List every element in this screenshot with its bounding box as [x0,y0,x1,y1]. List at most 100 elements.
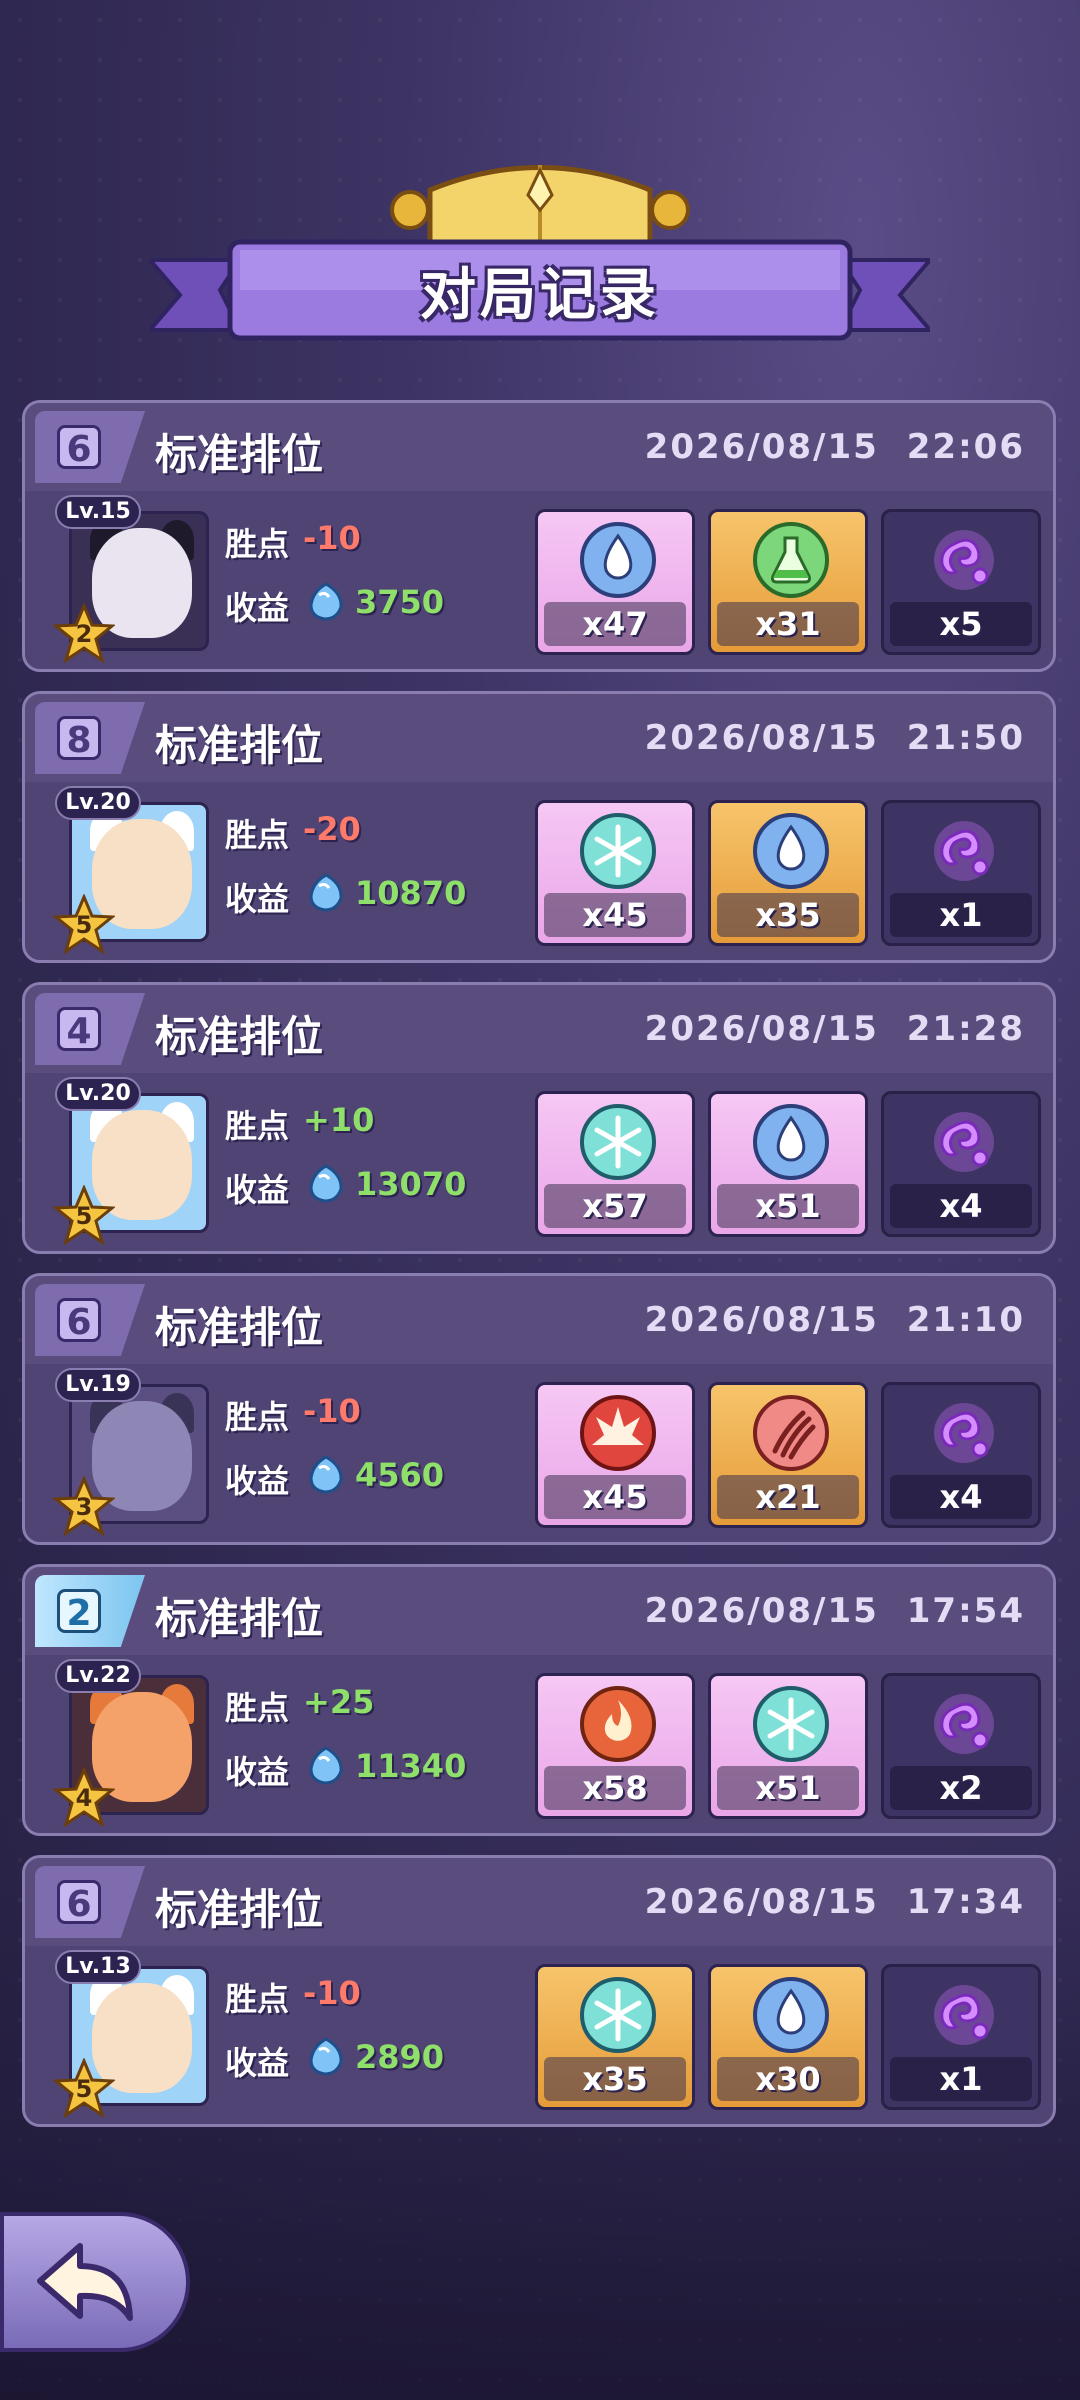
match-date: 2026/08/15 [644,718,879,758]
reward-item[interactable]: x2 [881,1673,1041,1819]
item-count: x30 [717,2057,859,2101]
water-drop-icon [578,520,658,600]
record-header: 6 标准排位 2026/08/15 21:10 [25,1276,1053,1364]
reward-item[interactable]: x21 [708,1382,868,1528]
item-count: x5 [890,602,1032,646]
snowflake-icon [578,1975,658,2055]
crystal-icon [309,582,343,621]
income-value: 2890 [355,2038,445,2076]
item-count: x45 [544,893,686,937]
item-count: x21 [717,1475,859,1519]
reward-item[interactable]: x35 [535,1964,695,2110]
reward-item[interactable]: x51 [708,1673,868,1819]
star-count: 3 [75,1493,93,1521]
reward-item[interactable]: x35 [708,800,868,946]
reward-item[interactable]: x31 [708,509,868,655]
match-record-card[interactable]: 6 标准排位 2026/08/15 21:10 Lv.19 3 胜点 -10 收益 [22,1273,1056,1545]
income-label: 收益 [225,1171,290,1209]
reward-item[interactable]: x1 [881,1964,1041,2110]
reward-item[interactable]: x1 [881,800,1041,946]
match-record-card[interactable]: 4 标准排位 2026/08/15 21:28 Lv.20 5 胜点 +10 收益 [22,982,1056,1254]
purple-spirit-icon [924,1684,1004,1764]
income-label: 收益 [225,1462,290,1500]
game-mode-label: 标准排位 [155,721,324,770]
rank-badge: 8 [35,702,145,774]
star-count: 5 [75,911,93,939]
match-time: 21:10 [906,1300,1025,1340]
potion-flask-icon [751,520,831,600]
purple-spirit-icon [924,520,1004,600]
match-date: 2026/08/15 [644,427,879,467]
back-button[interactable] [0,2212,190,2352]
rank-badge: 4 [35,993,145,1065]
match-record-card[interactable]: 6 标准排位 2026/08/15 17:34 Lv.13 5 胜点 -10 收益 [22,1855,1056,2127]
water-drop-icon [751,811,831,891]
item-count: x47 [544,602,686,646]
record-header: 4 标准排位 2026/08/15 21:28 [25,985,1053,1073]
reward-item[interactable]: x51 [708,1091,868,1237]
item-count: x31 [717,602,859,646]
reward-item[interactable]: x47 [535,509,695,655]
match-datetime: 2026/08/15 17:54 [645,1591,1025,1631]
match-record-card[interactable]: 2 标准排位 2026/08/15 17:54 Lv.22 4 胜点 +25 收益 [22,1564,1056,1836]
snowflake-icon [751,1684,831,1764]
item-count: x51 [717,1766,859,1810]
reward-item[interactable]: x4 [881,1382,1041,1528]
item-count: x35 [544,2057,686,2101]
match-date: 2026/08/15 [644,1300,879,1340]
level-tag: Lv.20 [55,786,141,820]
item-count: x57 [544,1184,686,1228]
match-time: 17:54 [906,1591,1025,1631]
level-tag: Lv.20 [55,1077,141,1111]
purple-spirit-icon [924,1393,1004,1473]
record-header: 6 标准排位 2026/08/15 22:06 [25,403,1053,491]
match-date: 2026/08/15 [644,1591,879,1631]
match-datetime: 2026/08/15 21:10 [645,1300,1025,1340]
page-title: 对局记录 [420,263,660,328]
water-drop-icon [751,1975,831,2055]
item-count: x1 [890,2057,1032,2101]
points-value: +10 [303,1101,375,1139]
income-label: 收益 [225,589,290,627]
match-date: 2026/08/15 [644,1882,879,1922]
flame-icon [578,1684,658,1764]
points-label: 胜点 [225,525,290,563]
level-tag: Lv.19 [55,1368,141,1402]
income-value: 10870 [355,874,467,912]
item-count: x51 [717,1184,859,1228]
income-value: 13070 [355,1165,467,1203]
record-body: Lv.20 5 胜点 +10 收益 13070 x57 x51 x4 [25,1073,1053,1251]
points-value: -10 [303,1392,361,1430]
points-value: -10 [303,1974,361,2012]
item-count: x35 [717,893,859,937]
match-record-card[interactable]: 8 标准排位 2026/08/15 21:50 Lv.20 5 胜点 -20 收益 [22,691,1056,963]
rank-number: 6 [57,1298,101,1343]
reward-item[interactable]: x45 [535,1382,695,1528]
record-body: Lv.13 5 胜点 -10 收益 2890 x35 x30 x1 [25,1946,1053,2124]
match-record-card[interactable]: 6 标准排位 2026/08/15 22:06 Lv.15 2 胜点 -10 收益 [22,400,1056,672]
reward-item[interactable]: x57 [535,1091,695,1237]
points-label: 胜点 [225,1980,290,2018]
record-header: 2 标准排位 2026/08/15 17:54 [25,1567,1053,1655]
points-label: 胜点 [225,1107,290,1145]
rank-badge: 6 [35,1284,145,1356]
match-datetime: 2026/08/15 22:06 [645,427,1025,467]
reward-item[interactable]: x30 [708,1964,868,2110]
income-value: 3750 [355,583,445,621]
record-body: Lv.15 2 胜点 -10 收益 3750 x47 x31 x5 [25,491,1053,669]
reward-item[interactable]: x5 [881,509,1041,655]
reward-item[interactable]: x45 [535,800,695,946]
reward-item[interactable]: x4 [881,1091,1041,1237]
rank-badge: 6 [35,1866,145,1938]
game-mode-label: 标准排位 [155,430,324,479]
match-date: 2026/08/15 [644,1009,879,1049]
water-drop-icon [751,1102,831,1182]
reward-item[interactable]: x58 [535,1673,695,1819]
points-value: -10 [303,519,361,557]
purple-spirit-icon [924,1975,1004,2055]
points-label: 胜点 [225,816,290,854]
crystal-icon [309,2037,343,2076]
item-count: x4 [890,1184,1032,1228]
star-count: 5 [75,1202,93,1230]
level-tag: Lv.13 [55,1950,141,1984]
